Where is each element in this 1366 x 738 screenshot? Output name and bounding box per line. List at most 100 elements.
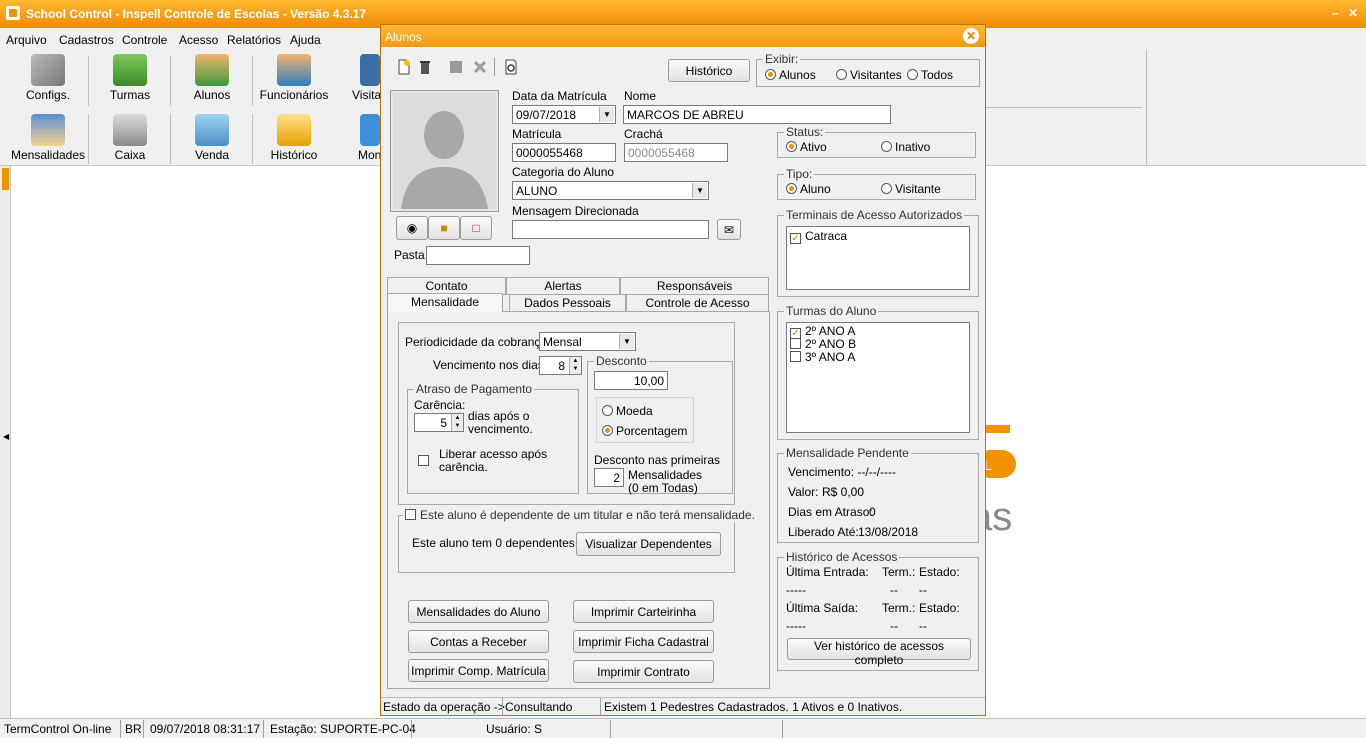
turma-item-2b[interactable]: 2º ANO B [790, 337, 856, 351]
open-photo-button[interactable]: ■ [428, 216, 460, 240]
visualizar-dependentes-button[interactable]: Visualizar Dependentes [576, 532, 721, 556]
tab-dados-pessoais[interactable]: Dados Pessoais [509, 294, 626, 312]
desconto-group: Desconto 10,00 Moeda Porcentagem Descont… [587, 354, 733, 495]
tools-icon [31, 54, 65, 86]
imprimir-comp-matricula-button[interactable]: Imprimir Comp. Matrícula [408, 659, 549, 682]
imprimir-carteirinha-button[interactable]: Imprimir Carteirinha [573, 600, 714, 623]
exibir-todos-radio[interactable]: Todos [907, 68, 953, 82]
menu-cadastros[interactable]: Cadastros [59, 33, 114, 47]
side-panel-handle[interactable]: ◀ [0, 166, 11, 718]
ultima-entrada-label: Última Entrada: [786, 565, 869, 579]
imprimir-ficha-button[interactable]: Imprimir Ficha Cadastral [573, 630, 714, 653]
cracha-input[interactable]: 0000055468 [624, 143, 728, 162]
exibir-visitantes-radio[interactable]: Visitantes [836, 68, 902, 82]
search-record-icon[interactable] [503, 59, 519, 75]
tab-mensalidade[interactable]: Mensalidade [387, 293, 503, 312]
envelope-icon: ✉ [723, 222, 735, 237]
exibir-alunos-radio[interactable]: Alunos [765, 68, 816, 82]
menu-arquivo[interactable]: Arquivo [6, 33, 47, 47]
save-icon[interactable] [448, 59, 464, 75]
terminal-item-catraca[interactable]: ✓ Catraca [790, 229, 847, 244]
tipo-visitante-radio[interactable]: Visitante [881, 182, 941, 196]
send-message-button[interactable]: ✉ [717, 219, 741, 240]
menu-acesso[interactable]: Acesso [179, 33, 218, 47]
visita-button[interactable]: Visita [330, 54, 380, 102]
clear-photo-button[interactable]: □ [460, 216, 492, 240]
pendente-dias-label: Dias em Atraso: [788, 505, 873, 519]
app-logo-icon [6, 6, 20, 20]
carencia-label: Carência: [414, 398, 466, 412]
tab-controle-acesso[interactable]: Controle de Acesso [626, 294, 769, 312]
categoria-select[interactable]: ALUNO ▼ [512, 181, 709, 200]
pendente-valor: R$ 0,00 [822, 485, 865, 499]
pasta-input[interactable] [426, 246, 530, 265]
status-separator [263, 720, 264, 738]
data-matricula-input[interactable]: 09/07/2018 ▼ [512, 105, 616, 124]
entrada-term-label: Term.: [882, 565, 916, 579]
ver-historico-completo-button[interactable]: Ver histórico de acessos completo [787, 638, 971, 667]
delete-icon[interactable] [417, 59, 433, 75]
dialog-title-bar: Alunos ✕ [381, 25, 985, 47]
mensalidade-pendente-group: Mensalidade Pendente Vencimento: --/--/-… [777, 446, 979, 543]
employees-icon [277, 54, 311, 86]
mensagem-input[interactable] [512, 220, 709, 239]
funcionarios-button[interactable]: Funcionários [254, 54, 334, 102]
monitor-icon [360, 114, 380, 146]
contas-receber-button[interactable]: Contas a Receber [408, 630, 549, 653]
status-ativo-radio[interactable]: Ativo [786, 140, 827, 154]
menu-controle[interactable]: Controle [122, 33, 167, 47]
tab-responsaveis[interactable]: Responsáveis [620, 277, 769, 295]
turma-item-3a[interactable]: 3º ANO A [790, 350, 855, 364]
dependente-checkbox[interactable]: Este aluno é dependente de um titular e … [403, 508, 757, 522]
desconto-primeiras-label: Desconto nas primeiras [594, 453, 721, 467]
toolbar-separator [1146, 50, 1147, 166]
venda-button[interactable]: Venda [172, 114, 252, 162]
monitor-button[interactable]: Mon [330, 114, 380, 162]
turmas-button[interactable]: Turmas [90, 54, 170, 102]
dialog-close-icon[interactable]: ✕ [963, 28, 979, 44]
menu-ajuda[interactable]: Ajuda [290, 33, 321, 47]
mensalidades-button[interactable]: Mensalidades [8, 114, 88, 162]
camera-button[interactable]: ◉ [396, 216, 428, 240]
carencia-stepper[interactable]: 5 ▲ ▼ [414, 413, 464, 432]
status-separator [782, 720, 783, 738]
vencimento-label: Vencimento nos dias: [433, 358, 548, 372]
terminais-list: ✓ Catraca [786, 226, 970, 290]
desconto-porcentagem-radio[interactable]: Porcentagem [602, 424, 687, 438]
side-indicator [2, 168, 9, 190]
chevron-down-icon[interactable]: ▼ [619, 334, 634, 349]
configs-button[interactable]: Configs. [8, 54, 88, 102]
periodicidade-select[interactable]: Mensal ▼ [539, 332, 636, 351]
caixa-button[interactable]: Caixa [90, 114, 170, 162]
spin-arrows-icon[interactable]: ▲ ▼ [451, 414, 463, 431]
chevron-down-icon[interactable]: ▼ [599, 107, 614, 122]
tab-alertas[interactable]: Alertas [506, 277, 620, 295]
mensalidades-aluno-button[interactable]: Mensalidades do Aluno [408, 600, 549, 623]
matricula-input[interactable]: 0000055468 [512, 143, 616, 162]
chevron-down-icon[interactable]: ▼ [692, 183, 707, 198]
spin-arrows-icon[interactable]: ▲ ▼ [569, 357, 581, 374]
matricula-label: Matrícula [512, 127, 562, 141]
nome-input[interactable]: MARCOS DE ABREU [623, 105, 891, 124]
new-record-icon[interactable] [396, 59, 412, 75]
liberar-acesso-checkbox[interactable] [418, 454, 433, 468]
cancel-icon[interactable] [472, 59, 488, 75]
tipo-aluno-radio[interactable]: Aluno [786, 182, 831, 196]
toolbar-divider [986, 107, 1142, 108]
dependente-group: Este aluno é dependente de um titular e … [398, 508, 757, 573]
collapse-arrow-icon[interactable]: ◀ [3, 432, 9, 441]
menu-relatorios[interactable]: Relatórios [227, 33, 281, 47]
vencimento-stepper[interactable]: 8 ▲ ▼ [539, 356, 582, 375]
primeiras-input[interactable]: 2 [594, 468, 624, 487]
close-icon[interactable]: ✕ [1346, 6, 1360, 20]
imprimir-contrato-button[interactable]: Imprimir Contrato [573, 660, 714, 683]
mensalidade-tab-panel: Periodicidade da cobrança: Mensal ▼ Venci… [387, 311, 770, 689]
toolbar-separator [170, 56, 171, 106]
status-inativo-radio[interactable]: Inativo [881, 140, 930, 154]
minimize-icon[interactable]: – [1328, 6, 1342, 20]
desconto-input[interactable]: 10,00 [594, 371, 668, 390]
historico-toolbar-button[interactable]: Histórico [254, 114, 334, 162]
alunos-button[interactable]: Alunos [172, 54, 252, 102]
historico-button[interactable]: Histórico [668, 59, 750, 82]
desconto-moeda-radio[interactable]: Moeda [602, 404, 653, 418]
